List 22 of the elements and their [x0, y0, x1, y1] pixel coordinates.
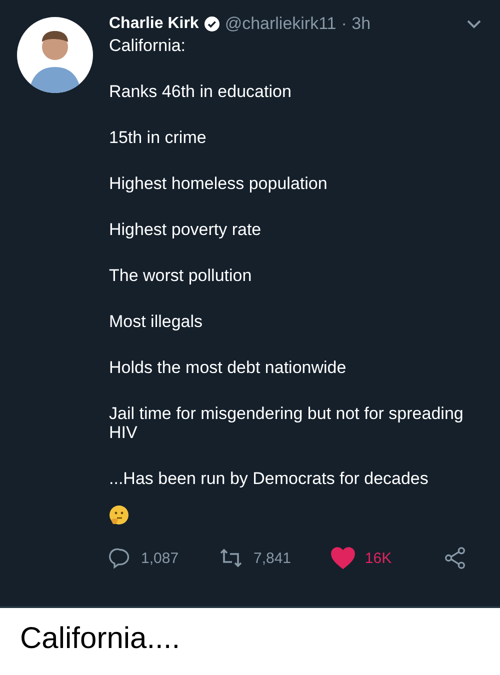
- author-handle: @charliekirk11: [224, 14, 336, 34]
- tweet-text: Holds the most debt nationwide: [109, 358, 348, 377]
- like-button[interactable]: 16K: [330, 547, 444, 569]
- chevron-down-icon[interactable]: [466, 19, 482, 29]
- tweet-text: California:: [109, 36, 187, 55]
- author-name: Charlie Kirk: [109, 15, 199, 33]
- reply-button[interactable]: 1,087: [109, 547, 220, 569]
- tweet-time: · 3h: [341, 14, 371, 34]
- tweet-text: Ranks 46th in education: [109, 82, 292, 101]
- retweet-icon: [219, 547, 244, 569]
- tweet-text: 15th in crime: [109, 128, 208, 147]
- share-icon: [444, 547, 466, 569]
- tweet-text: The worst pollution: [109, 266, 253, 285]
- thinking-emoji-icon: [109, 505, 129, 525]
- tweet-text: Highest homeless population: [109, 174, 328, 193]
- tweet-text: Most illegals: [109, 312, 204, 331]
- reply-icon: [109, 547, 131, 569]
- caption: California....: [19, 621, 182, 657]
- tweet-text: ...Has been run by Democrats for decades: [109, 469, 430, 488]
- retweet-button[interactable]: 7,841: [219, 547, 331, 569]
- tweet-text: Jail time for misgendering but not for spreading HIV: [109, 404, 464, 442]
- tweet-text: Highest poverty rate: [109, 220, 262, 239]
